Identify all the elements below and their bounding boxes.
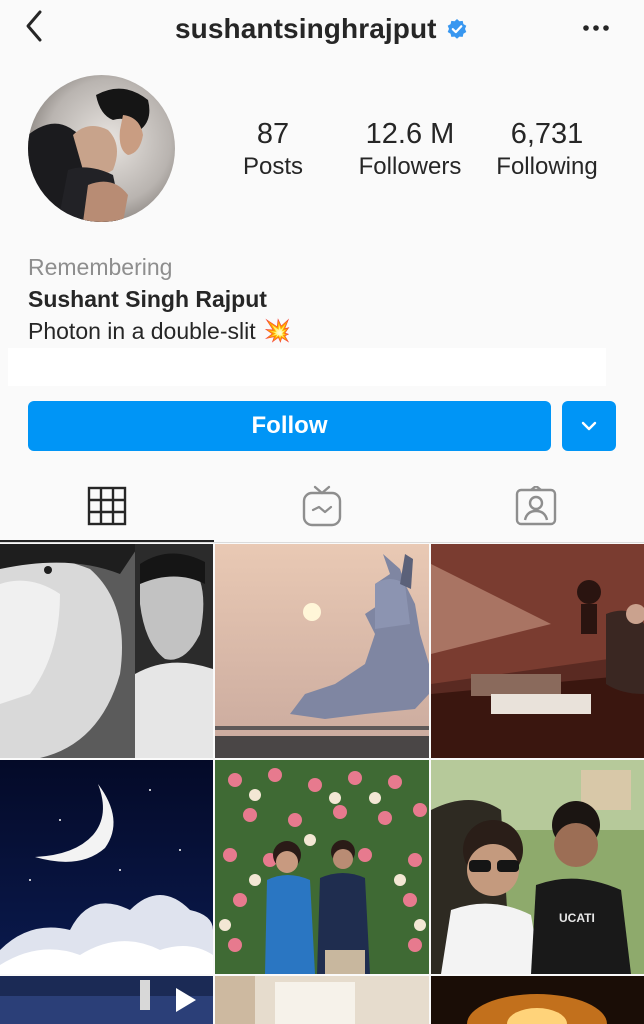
follow-button[interactable]: Follow <box>28 401 551 451</box>
post-image: UCATI <box>431 760 644 974</box>
verified-badge-icon <box>447 19 466 39</box>
back-button[interactable] <box>18 8 52 44</box>
grid-icon <box>87 486 127 526</box>
post-thumbnail[interactable]: UCATI <box>431 760 644 974</box>
avatar-image <box>28 75 175 222</box>
tab-tagged[interactable] <box>429 470 643 542</box>
shirt-logo-text: UCATI <box>559 911 595 925</box>
post-thumbnail[interactable] <box>431 976 644 1024</box>
suggested-dropdown-button[interactable] <box>562 401 616 451</box>
profile-tabs <box>0 470 644 544</box>
post-image <box>215 760 429 974</box>
tabs-divider <box>0 542 644 543</box>
tagged-icon <box>515 486 557 526</box>
igtv-icon <box>302 485 342 527</box>
tab-igtv[interactable] <box>215 470 429 542</box>
posts-grid: UCATI <box>0 544 644 1024</box>
active-tab-indicator <box>0 540 214 542</box>
post-image <box>431 544 644 758</box>
profile-avatar[interactable] <box>28 75 175 222</box>
post-thumbnail[interactable] <box>215 976 429 1024</box>
post-thumbnail[interactable] <box>0 760 213 974</box>
more-horizontal-icon <box>583 25 609 31</box>
profile-title: sushantsinghrajput <box>175 12 467 46</box>
chevron-left-icon <box>26 10 42 42</box>
username: sushantsinghrajput <box>175 13 437 44</box>
post-image <box>215 544 429 758</box>
more-options-button[interactable] <box>579 18 613 38</box>
post-image <box>215 976 429 1024</box>
collision-emoji: 💥 <box>263 318 292 343</box>
top-bar: sushantsinghrajput <box>0 0 644 60</box>
post-image <box>0 976 213 1024</box>
post-thumbnail[interactable] <box>0 544 213 758</box>
bio-tagline: Photon in a double-slit <box>28 318 256 344</box>
post-image <box>0 760 213 974</box>
post-thumbnail[interactable] <box>215 760 429 974</box>
following-count: 6,731 <box>510 118 584 150</box>
bio-text: Photon in a double-slit 💥 <box>28 316 618 346</box>
post-thumbnail[interactable] <box>215 544 429 758</box>
memorial-label: Remembering <box>28 254 173 280</box>
post-image <box>0 544 213 758</box>
profile-bio: Remembering Sushant Singh Rajput Photon … <box>28 252 618 346</box>
post-thumbnail[interactable] <box>0 976 213 1024</box>
following-label: Following <box>496 153 598 180</box>
post-image <box>431 976 644 1024</box>
redacted-area <box>8 348 606 386</box>
tab-posts-grid[interactable] <box>0 470 214 542</box>
chevron-down-icon <box>581 421 597 431</box>
post-thumbnail[interactable] <box>431 544 644 758</box>
full-name: Sushant Singh Rajput <box>28 286 267 312</box>
following-stat[interactable]: 6,731 Following <box>462 116 632 182</box>
